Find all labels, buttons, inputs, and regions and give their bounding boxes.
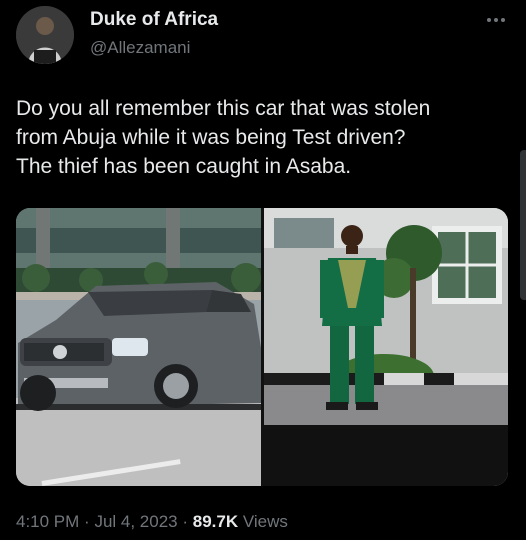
media-grid	[16, 208, 508, 486]
tweet-meta: 4:10 PM · Jul 4, 2023 · 89.7K Views	[16, 512, 288, 532]
views-count[interactable]: 89.7K	[193, 512, 238, 531]
scrollbar[interactable]	[520, 150, 526, 300]
views-label: Views	[242, 512, 288, 531]
avatar[interactable]	[16, 6, 74, 64]
author-handle[interactable]: @Allezamani	[90, 38, 190, 58]
more-dots-icon[interactable]	[484, 12, 508, 28]
person-photo[interactable]	[264, 208, 508, 486]
tweet-text: Do you all remember this car that was st…	[16, 97, 431, 178]
meta-separator: ·	[84, 512, 95, 531]
author-name[interactable]: Duke of Africa	[90, 9, 218, 31]
tweet-date[interactable]: Jul 4, 2023	[94, 512, 177, 531]
suv-photo[interactable]	[16, 208, 261, 486]
tweet-time[interactable]: 4:10 PM	[16, 512, 79, 531]
meta-separator: ·	[182, 512, 193, 531]
